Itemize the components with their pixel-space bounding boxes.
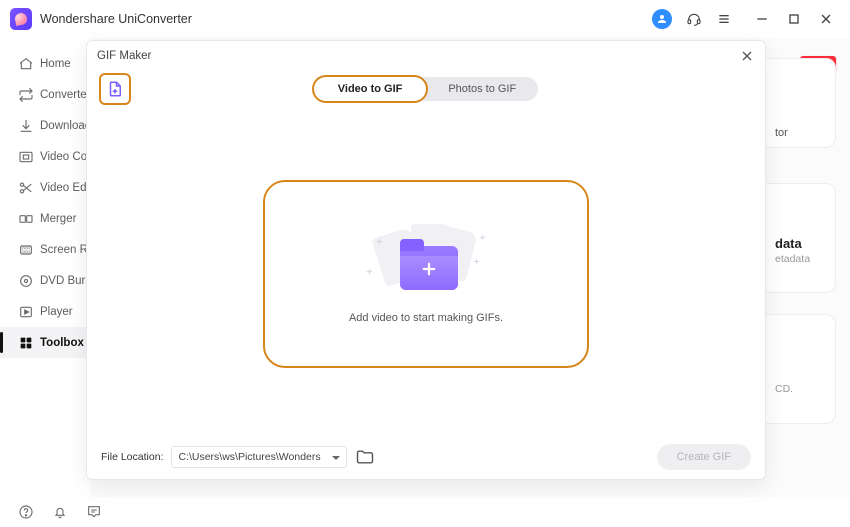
tab-video-to-gif[interactable]: Video to GIF [312, 75, 429, 103]
sidebar-item-label: Video Compressor [40, 151, 90, 163]
sidebar-item-downloader[interactable]: Downloader [0, 110, 90, 141]
sidebar-item-player[interactable]: Player [0, 296, 90, 327]
disc-icon [18, 273, 34, 289]
home-icon [18, 56, 34, 72]
notifications-icon[interactable] [52, 504, 68, 520]
open-folder-button[interactable] [355, 447, 375, 467]
sidebar-item-home[interactable]: Home [0, 48, 90, 79]
sidebar-item-label: Video Editor [40, 182, 90, 194]
window-maximize-icon[interactable] [786, 11, 802, 27]
mode-tabs: Video to GIF Photos to GIF [314, 77, 538, 101]
converter-icon [18, 87, 34, 103]
titlebar: Wondershare UniConverter [0, 0, 850, 38]
add-video-dropzone[interactable]: Add video to start making GIFs. [263, 180, 589, 368]
hamburger-menu-icon[interactable] [716, 11, 732, 27]
feedback-icon[interactable] [86, 504, 102, 520]
modal-title: GIF Maker [97, 50, 151, 62]
app-logo-wrap: Wondershare UniConverter [10, 8, 192, 30]
app-title: Wondershare UniConverter [40, 12, 192, 26]
bg-card-2: data etadata [760, 183, 836, 293]
sidebar-item-label: Converter [40, 89, 90, 101]
sidebar-item-compressor[interactable]: Video Compressor [0, 141, 90, 172]
dropzone-text: Add video to start making GIFs. [349, 312, 503, 324]
window-minimize-icon[interactable] [754, 11, 770, 27]
modal-header: GIF Maker [87, 41, 765, 71]
sidebar-item-label: DVD Burner [40, 275, 90, 287]
compressor-icon [18, 149, 34, 165]
sidebar-item-toolbox[interactable]: Toolbox [0, 327, 90, 358]
sidebar-item-label: Merger [40, 213, 76, 225]
help-icon[interactable] [18, 504, 34, 520]
window-close-icon[interactable] [818, 11, 834, 27]
modal-close-icon[interactable] [739, 48, 755, 64]
modal-footer: File Location: C:\Users\ws\Pictures\Wond… [87, 435, 765, 479]
sidebar-item-label: Downloader [40, 120, 90, 132]
record-icon [18, 242, 34, 258]
app-logo-icon [10, 8, 32, 30]
file-location-label: File Location: [101, 451, 163, 463]
file-location-value: C:\Users\ws\Pictures\Wonders [178, 451, 320, 463]
account-avatar-icon[interactable] [652, 9, 672, 29]
bg-card-1: tor [760, 58, 836, 148]
statusbar [0, 497, 850, 527]
tab-photos-to-gif[interactable]: Photos to GIF [426, 77, 538, 101]
sidebar-item-converter[interactable]: Converter [0, 79, 90, 110]
create-gif-button[interactable]: Create GIF [657, 444, 751, 470]
gif-maker-modal: GIF Maker Video to GIF Photos to GIF [86, 40, 766, 480]
sidebar-item-label: Screen Recorder [40, 244, 90, 256]
dropzone-graphic-icon [366, 224, 486, 298]
sidebar-item-label: Home [40, 58, 71, 70]
bg-card-3: CD. [760, 314, 836, 424]
sidebar-item-label: Toolbox [40, 337, 84, 349]
titlebar-tools [652, 9, 840, 29]
sidebar-item-editor[interactable]: Video Editor [0, 172, 90, 203]
sidebar-item-dvd[interactable]: DVD Burner [0, 265, 90, 296]
sidebar-item-merger[interactable]: Merger [0, 203, 90, 234]
play-icon [18, 304, 34, 320]
sidebar-item-label: Player [40, 306, 73, 318]
scissors-icon [18, 180, 34, 196]
toolbox-icon [18, 335, 34, 351]
sidebar-item-recorder[interactable]: Screen Recorder [0, 234, 90, 265]
file-location-select[interactable]: C:\Users\ws\Pictures\Wonders [171, 446, 347, 468]
sidebar: Home Converter Downloader Video Compress… [0, 38, 90, 497]
merger-icon [18, 211, 34, 227]
support-headset-icon[interactable] [686, 11, 702, 27]
add-file-button[interactable] [99, 73, 131, 105]
download-icon [18, 118, 34, 134]
